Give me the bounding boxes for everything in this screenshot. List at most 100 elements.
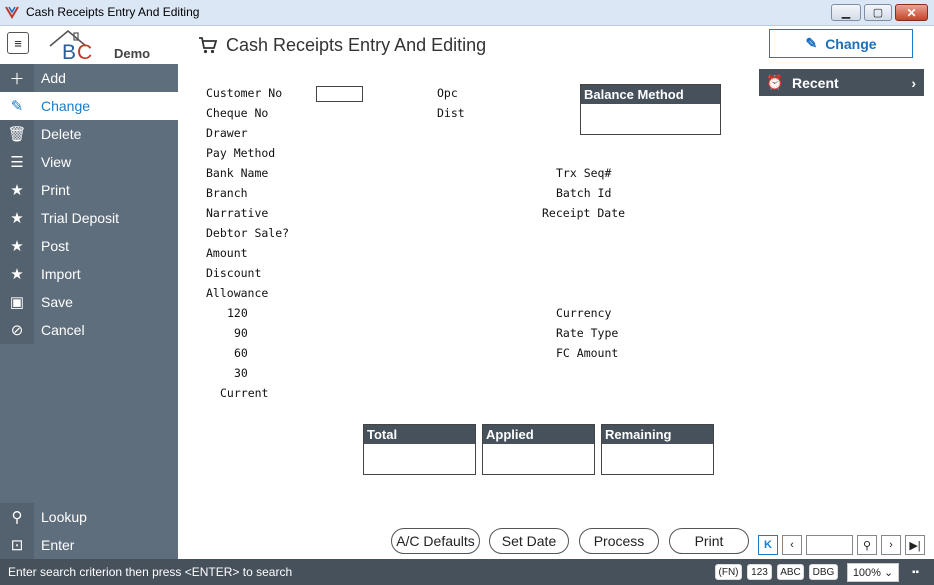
sidebar-item-cancel[interactable]: ⊘ Cancel: [0, 316, 178, 344]
window-titlebar: Cash Receipts Entry And Editing ▁ ▢ ✕: [0, 0, 934, 26]
app-header: ≡ B C Demo Cash Receipts Entry And Editi…: [0, 26, 934, 64]
sidebar-item-enter[interactable]: ⊡ Enter: [0, 531, 178, 559]
prev-record-button[interactable]: ‹: [782, 535, 802, 555]
process-button[interactable]: Process: [579, 528, 659, 554]
resize-grip-icon[interactable]: ▪▪: [912, 567, 919, 578]
svg-text:C: C: [77, 41, 92, 62]
sidebar-item-lookup[interactable]: ⚲ Lookup: [0, 503, 178, 531]
set-date-button[interactable]: Set Date: [489, 528, 569, 554]
label-drawer: Drawer: [206, 126, 248, 140]
sidebar-item-add[interactable]: ＋ Add: [0, 64, 178, 92]
alarm-clock-icon: ⏰: [766, 74, 784, 90]
sidebar-item-label: Change: [41, 98, 91, 114]
label-customer-no: Customer No: [206, 86, 283, 100]
label-cheque-no: Cheque No: [206, 106, 269, 120]
label-allowance: Allowance: [206, 286, 269, 300]
maximize-button[interactable]: ▢: [864, 4, 892, 21]
star-icon: ★: [0, 176, 34, 204]
company-logo: B C: [49, 29, 92, 62]
remaining-box: Remaining: [601, 424, 714, 475]
sidebar-item-label: Cancel: [41, 322, 85, 338]
sidebar-item-label: Enter: [41, 537, 75, 553]
floppy-icon: ▣: [0, 288, 34, 316]
label-bank-name: Bank Name: [206, 166, 269, 180]
sidebar-item-print[interactable]: ★ Print: [0, 176, 178, 204]
last-record-button[interactable]: ▶|: [905, 535, 925, 555]
label-rate-type: Rate Type: [556, 326, 619, 340]
search-icon: ⚲: [0, 503, 34, 531]
sidebar-item-delete[interactable]: 🗑 Delete: [0, 120, 178, 148]
minimize-button[interactable]: ▁: [831, 4, 861, 21]
star-icon: ★: [0, 260, 34, 288]
close-icon: ✕: [906, 5, 917, 20]
label-debtor-sale: Debtor Sale?: [206, 226, 290, 240]
hamburger-icon: ≡: [14, 35, 22, 51]
balance-method-box: Balance Method: [580, 84, 721, 135]
label-trx-seq: Trx Seq#: [556, 166, 612, 180]
cart-icon: [199, 37, 218, 54]
label-fc-amount: FC Amount: [556, 346, 619, 360]
cancel-icon: ⊘: [0, 316, 34, 344]
first-record-button[interactable]: K: [758, 535, 778, 555]
abc-badge[interactable]: ABC: [777, 564, 804, 580]
label-amount: Amount: [206, 246, 248, 260]
sidebar-item-label: Add: [41, 70, 66, 86]
change-mode-label: Change: [825, 35, 877, 52]
label-receipt-date: Receipt Date: [542, 206, 626, 220]
status-bar: Enter search criterion then press <ENTER…: [0, 559, 934, 585]
applied-header: Applied: [483, 425, 594, 444]
pencil-icon: ✎: [805, 35, 818, 51]
change-mode-button[interactable]: ✎ Change: [769, 29, 913, 58]
trash-icon: 🗑: [0, 120, 34, 148]
zoom-value: 100%: [852, 566, 881, 579]
customer-no-input[interactable]: [316, 86, 363, 102]
sidebar-item-save[interactable]: ▣ Save: [0, 288, 178, 316]
sidebar-item-label: Lookup: [41, 509, 87, 525]
num-badge[interactable]: 123: [747, 564, 772, 580]
terminal-icon: ⊡: [0, 531, 34, 559]
sidebar: ＋ Add ✎ Change 🗑 Delete ☰ View ★ Print ★…: [0, 64, 178, 559]
sidebar-item-label: Print: [41, 182, 70, 198]
sidebar-item-label: View: [41, 154, 72, 170]
zoom-select[interactable]: 100% ⌄: [847, 563, 899, 582]
sidebar-item-label: Delete: [41, 126, 82, 142]
balance-method-header: Balance Method: [581, 85, 720, 104]
sidebar-item-view[interactable]: ☰ View: [0, 148, 178, 176]
sidebar-item-trial-deposit[interactable]: ★ Trial Deposit: [0, 204, 178, 232]
sidebar-item-label: Save: [41, 294, 73, 310]
ac-defaults-button[interactable]: A/C Defaults: [391, 528, 480, 554]
menu-button[interactable]: ≡: [7, 32, 29, 54]
sidebar-item-import[interactable]: ★ Import: [0, 260, 178, 288]
sidebar-item-label: Trial Deposit: [41, 210, 120, 226]
label-branch: Branch: [206, 186, 248, 200]
print-button[interactable]: Print: [669, 528, 749, 554]
record-input[interactable]: [806, 535, 853, 555]
app-icon: [5, 6, 19, 19]
label-batch-id: Batch Id: [556, 186, 612, 200]
total-box: Total: [363, 424, 476, 475]
next-record-button[interactable]: ›: [881, 535, 901, 555]
close-button[interactable]: ✕: [895, 4, 928, 21]
recent-panel[interactable]: ⏰ Recent ›: [759, 69, 924, 96]
logo-demo-label: Demo: [114, 46, 151, 61]
label-aging-90: 90: [234, 326, 248, 340]
label-discount: Discount: [206, 266, 262, 280]
sidebar-item-change[interactable]: ✎ Change: [0, 92, 178, 120]
status-message: Enter search criterion then press <ENTER…: [8, 565, 293, 579]
search-icon: ⚲: [862, 539, 872, 552]
label-aging-120: 120: [227, 306, 248, 320]
fn-badge[interactable]: (FN): [715, 564, 742, 580]
dbg-badge[interactable]: DBG: [809, 564, 838, 580]
chevron-right-icon: ›: [911, 74, 916, 91]
maximize-icon: ▢: [872, 7, 884, 19]
chevron-right-icon: ›: [889, 539, 893, 551]
recent-label: Recent: [792, 74, 839, 91]
remaining-header: Remaining: [602, 425, 713, 444]
applied-box: Applied: [482, 424, 595, 475]
sidebar-item-post[interactable]: ★ Post: [0, 232, 178, 260]
star-icon: ★: [0, 204, 34, 232]
plus-icon: ＋: [0, 64, 34, 92]
find-record-button[interactable]: ⚲: [857, 535, 877, 555]
label-pay-method: Pay Method: [206, 146, 276, 160]
svg-text:B: B: [62, 41, 76, 62]
